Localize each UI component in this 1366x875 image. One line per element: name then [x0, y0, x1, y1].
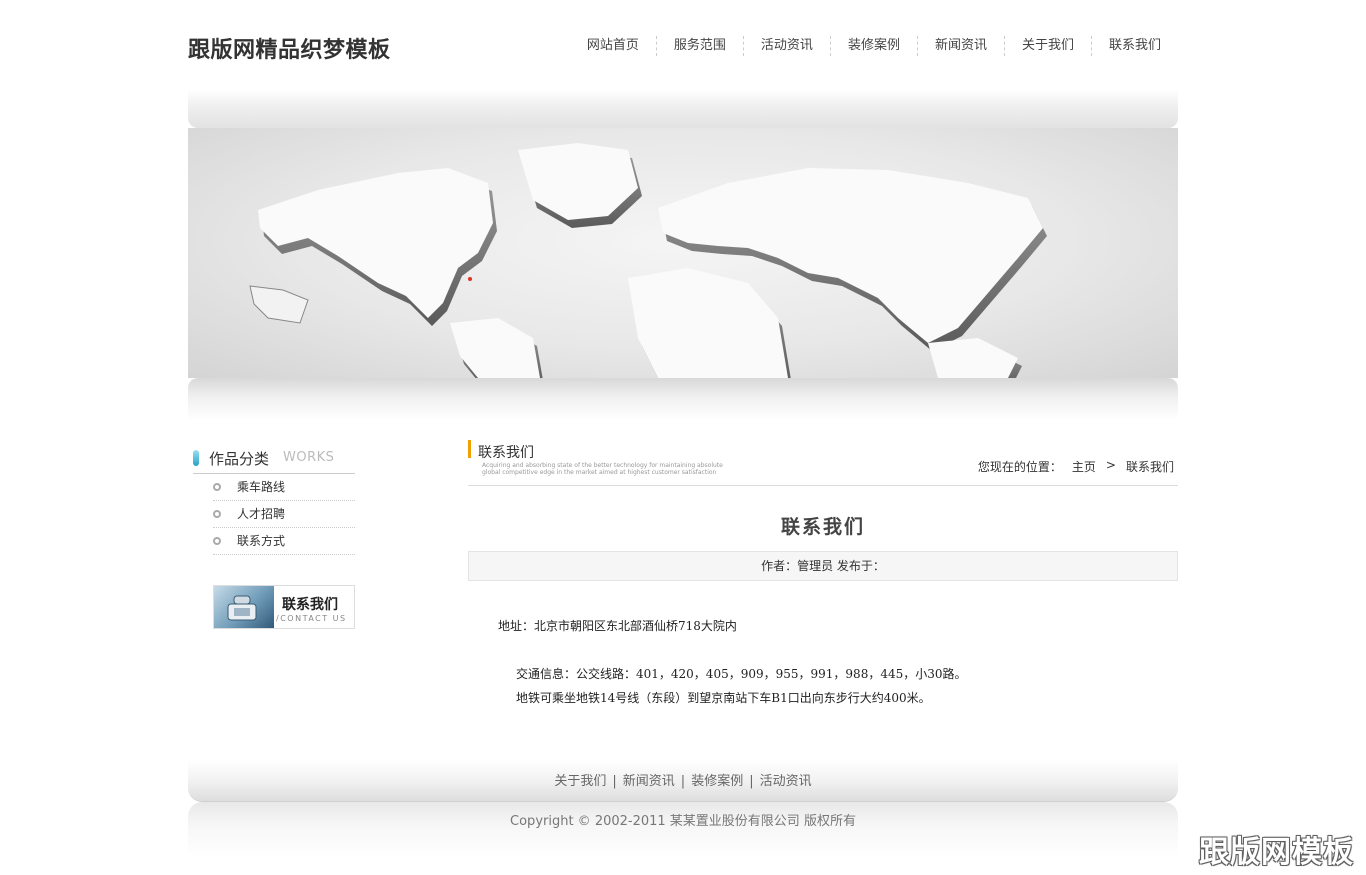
main-content: 联系我们 Acquiring and absorbing state of th… [468, 440, 1178, 705]
banner-world-map [188, 128, 1178, 378]
subway-text: 地铁可乘坐地铁14号线（东段）到望京南站下车B1口出向东步行大约400米。 [516, 691, 931, 705]
nav-cases[interactable]: 装修案例 [831, 36, 918, 56]
section-title: 联系我们 [478, 445, 534, 461]
footer: Copyright © 2002-2011 某某置业股份有限公司 版权所有 [188, 802, 1178, 857]
sidebar-title-cn: 作品分类 [209, 450, 270, 468]
bullet-icon [213, 510, 221, 518]
footer-link-about[interactable]: 关于我们 [554, 774, 606, 789]
category-item-route[interactable]: 乘车路线 [213, 474, 355, 501]
article-title: 联系我们 [780, 516, 865, 538]
address-text: 地址：北京市朝阳区东北部酒仙桥718大院内 [498, 619, 737, 633]
section-subtitle: Acquiring and absorbing state of the bet… [482, 462, 723, 476]
header: 跟版网精品织梦模板 网站首页 服务范围 活动资讯 装修案例 新闻资讯 关于我们 … [188, 0, 1178, 90]
breadcrumb-label: 您现在的位置： [977, 460, 1062, 474]
sidebar-title-en: WORKS [283, 450, 335, 465]
section-accent-bar [468, 440, 471, 458]
article-meta: 作者：管理员 发布于： [468, 551, 1178, 581]
footer-links: 关于我们 | 新闻资讯 | 装修案例 | 活动资讯 [188, 770, 1178, 789]
breadcrumb-home[interactable]: 主页 [1072, 458, 1096, 475]
sidebar: 作品分类 WORKS 乘车路线 人才招聘 联系方式 联系我们 /CONTACT … [193, 440, 355, 629]
title-accent-bar [193, 450, 199, 466]
category-label: 人才招聘 [237, 507, 286, 521]
category-label: 联系方式 [237, 534, 286, 548]
site-logo[interactable]: 跟版网精品织梦模板 [188, 32, 391, 64]
category-label: 乘车路线 [237, 480, 286, 494]
footer-link-cases[interactable]: 装修案例 [691, 774, 743, 789]
section-header: 联系我们 Acquiring and absorbing state of th… [468, 440, 1178, 486]
category-list: 乘车路线 人才招聘 联系方式 [193, 474, 355, 555]
traffic-text: 交通信息：公交线路：401，420，405，909，955，991，988，44… [516, 667, 967, 681]
contact-us-banner[interactable]: 联系我们 /CONTACT US [213, 585, 355, 629]
nav-about[interactable]: 关于我们 [1005, 36, 1092, 56]
phone-icon [214, 586, 274, 628]
watermark: 跟版网模板 [1199, 835, 1354, 870]
nav-events[interactable]: 活动资讯 [744, 36, 831, 56]
contact-banner-cn: 联系我们 [282, 597, 338, 613]
breadcrumb-arrow-icon: > [1105, 458, 1116, 472]
sidebar-title: 作品分类 WORKS [193, 440, 355, 474]
category-item-contact[interactable]: 联系方式 [213, 528, 355, 555]
footer-separator: | [680, 774, 686, 789]
nav-services[interactable]: 服务范围 [657, 36, 744, 56]
nav-contact[interactable]: 联系我们 [1092, 36, 1178, 56]
world-map-image [249, 143, 1047, 378]
footer-link-events[interactable]: 活动资讯 [760, 774, 812, 789]
category-item-jobs[interactable]: 人才招聘 [213, 501, 355, 528]
banner-top-shadow [188, 90, 1178, 128]
contact-banner-en: /CONTACT US [276, 614, 347, 623]
copyright-text: Copyright © 2002-2011 某某置业股份有限公司 版权所有 [510, 814, 856, 829]
bullet-icon [213, 483, 221, 491]
footer-link-news[interactable]: 新闻资讯 [623, 774, 675, 789]
banner-bottom-shadow [188, 378, 1178, 420]
article-body: 地址：北京市朝阳区东北部酒仙桥718大院内 交通信息：公交线路：401，420，… [498, 614, 967, 710]
breadcrumb: 您现在的位置： 主页 > 联系我们 [978, 458, 1174, 475]
footer-separator: | [749, 774, 754, 789]
footer-nav: 关于我们 | 新闻资讯 | 装修案例 | 活动资讯 [188, 760, 1178, 802]
breadcrumb-current[interactable]: 联系我们 [1126, 458, 1174, 475]
bullet-icon [213, 537, 221, 545]
nav-home[interactable]: 网站首页 [570, 36, 657, 56]
footer-separator: | [612, 774, 617, 789]
nav-news[interactable]: 新闻资讯 [918, 36, 1005, 56]
main-nav: 网站首页 服务范围 活动资讯 装修案例 新闻资讯 关于我们 联系我们 [570, 36, 1178, 56]
